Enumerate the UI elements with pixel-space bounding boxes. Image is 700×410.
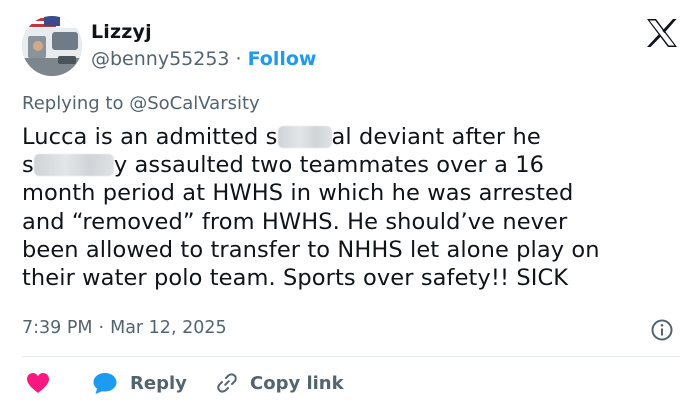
tweet-card: Lizzyj @benny55253 · Follow Replying to @S… [0,0,700,410]
follow-button[interactable]: Follow [248,48,317,70]
link-icon [217,373,237,393]
action-bar: Reply Copy link [22,368,682,398]
display-name[interactable]: Lizzyj [91,21,152,43]
reply-button[interactable]: Reply [92,368,187,398]
handle-line: @benny55253 · Follow [91,48,316,70]
like-button[interactable] [26,368,50,398]
reply-context: Replying to @SoCalVarsity [22,93,260,114]
copy-link-button[interactable]: Copy link [215,368,344,398]
tweet-line: been allowed to transfer to NHHS let alo… [22,236,600,263]
reply-bubble-icon [93,373,117,394]
user-handle[interactable]: @benny55253 [91,48,230,70]
reply-context-prefix: Replying to [22,93,124,114]
tweet-text: Lucca is an admitted s al deviant after h… [22,123,682,292]
separator: · [235,48,242,70]
tweet-segment: s [22,152,34,179]
tweet-line: their water polo team. Sports over safet… [22,264,569,291]
heart-icon [27,373,49,393]
avatar-image [22,16,82,76]
redaction-blur [33,154,114,177]
reply-label: Reply [130,372,187,394]
x-logo-icon[interactable] [646,18,678,48]
tweet-segment: al deviant after he [331,124,541,150]
timestamp[interactable]: 7:39 PM · Mar 12, 2025 [22,318,227,338]
redaction-blur [277,126,332,148]
tweet-line: month period at HWHS in which he was arr… [22,180,574,207]
tweet-line: Lucca is an admitted s al deviant after h… [22,123,682,151]
tweet-line: s y assaulted two teammates over a 16 [22,151,682,179]
copy-link-label: Copy link [250,372,344,394]
reply-mention-link[interactable]: @SoCalVarsity [129,93,259,114]
tweet-line: and “removed” from HWHS. He should’ve ne… [22,208,568,235]
tweet-segment: Lucca is an admitted s [22,124,278,150]
tweet-segment: y assaulted two teammates over a 16 [113,152,545,179]
info-icon[interactable] [651,319,673,341]
tweet-time: 7:39 PM [22,318,93,338]
divider [22,356,680,357]
separator: · [98,318,105,338]
tweet-date: Mar 12, 2025 [110,318,227,338]
avatar[interactable] [22,16,82,76]
